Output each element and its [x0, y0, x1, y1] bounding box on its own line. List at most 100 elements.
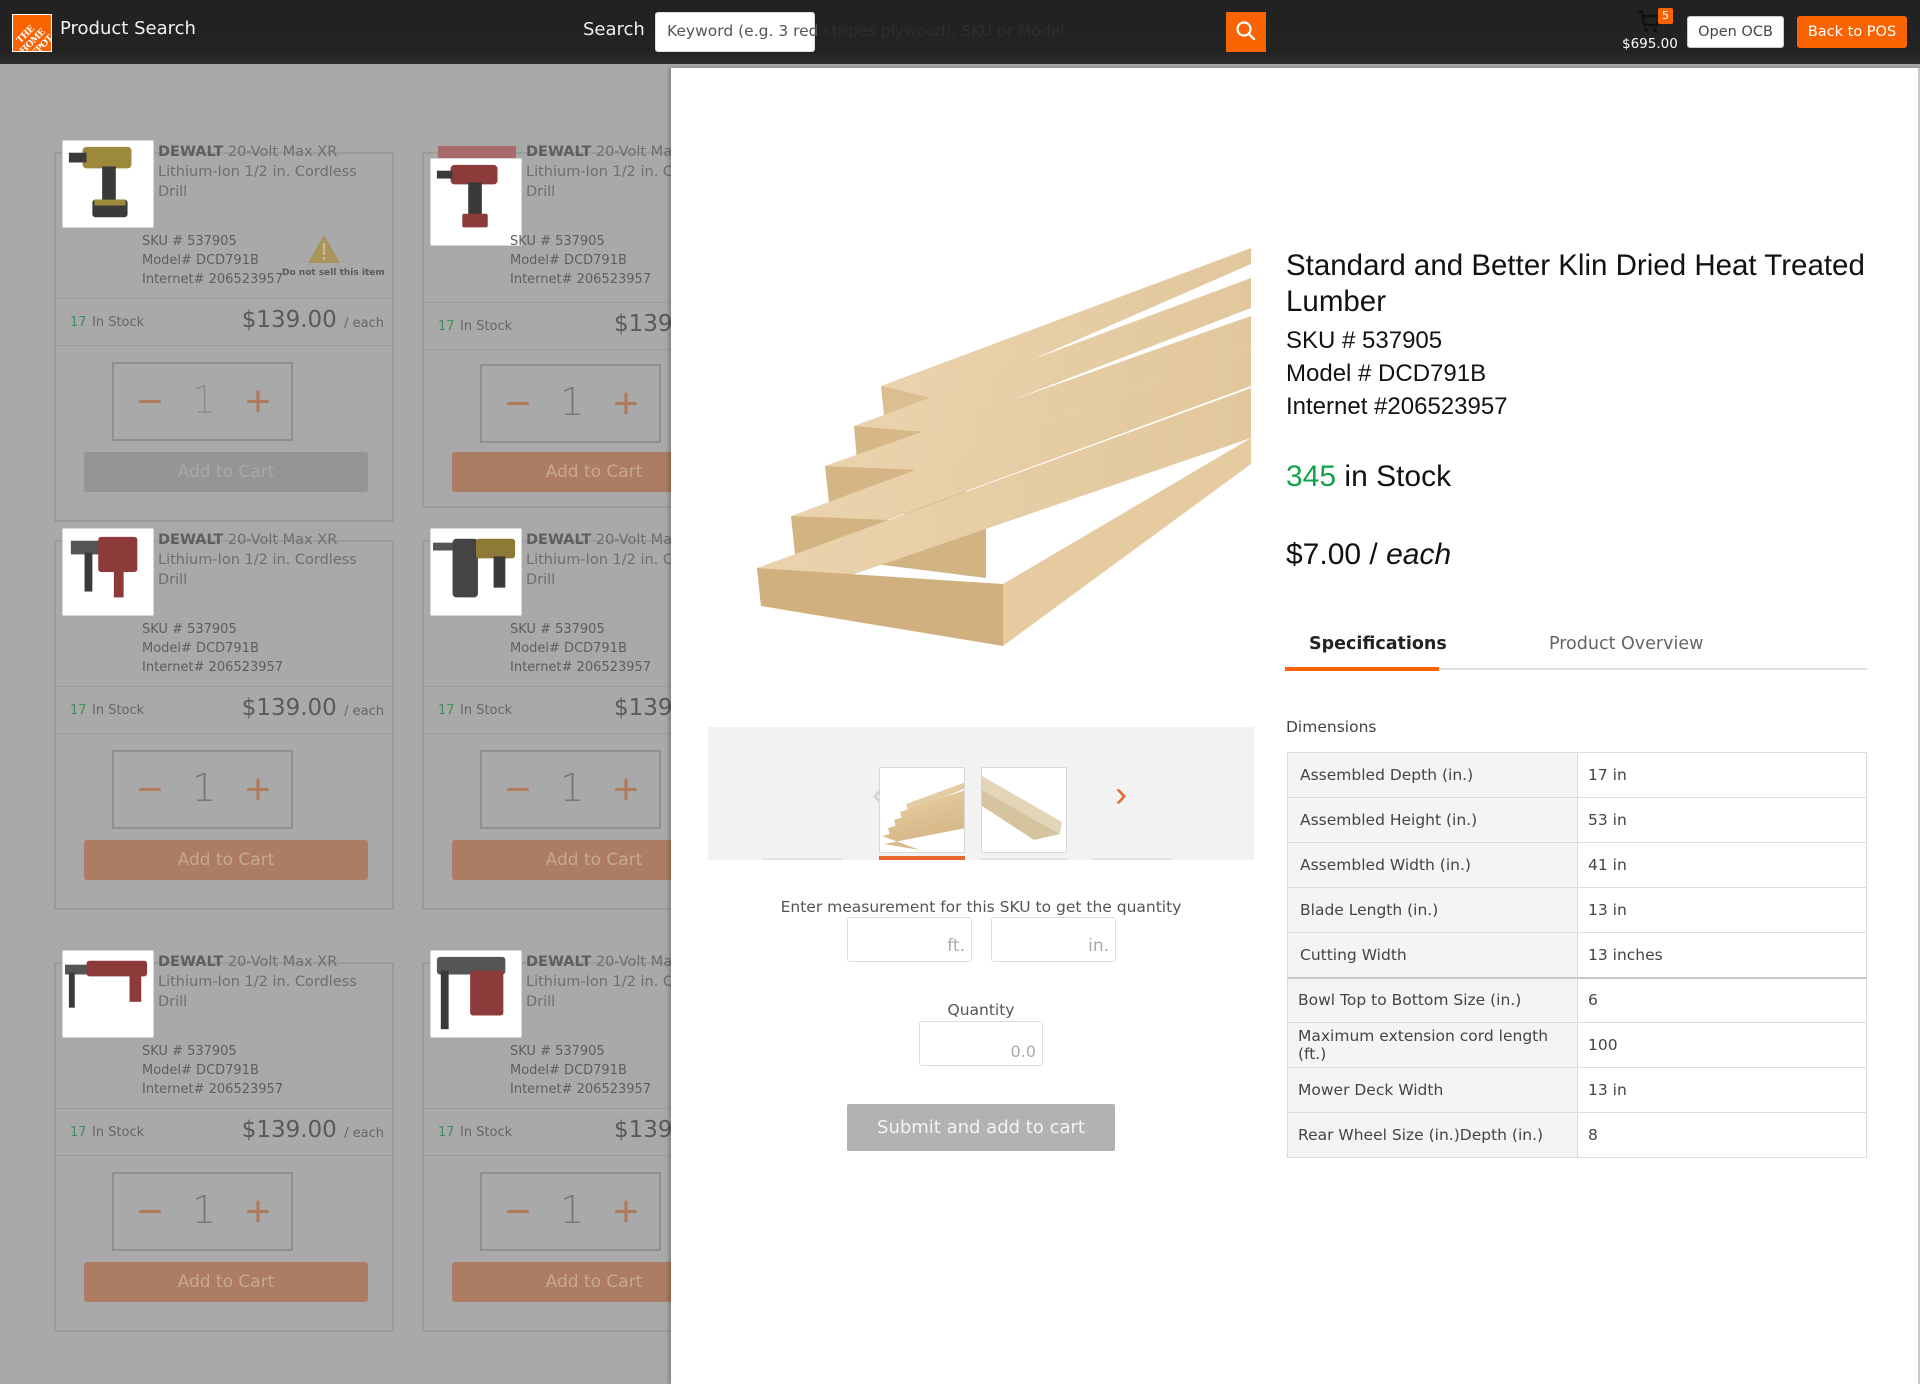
decrease-quantity-button[interactable]: − [498, 382, 538, 426]
thumb-indicator [981, 858, 1067, 860]
cart-button[interactable]: 5 $695.00 [1620, 8, 1680, 56]
product-card[interactable]: DEWALT 20-Volt Max XR Lithium-Ion 1/2 in… [54, 528, 394, 910]
decrease-quantity-button[interactable]: − [130, 1190, 170, 1234]
quantity-value[interactable]: 1 [184, 1188, 224, 1232]
product-name[interactable]: DEWALT 20-Volt Max XR Lithium-Ion 1/2 in… [158, 952, 383, 1012]
spec-row: Bowl Top to Bottom Size (in.) 6 [1287, 976, 1867, 1023]
spec-value: 13 inches [1577, 932, 1867, 978]
quantity-value[interactable]: 1 [552, 1188, 592, 1232]
product-image-red-drill [430, 158, 522, 246]
spec-key: Assembled Height (in.) [1287, 797, 1578, 843]
feet-input[interactable]: ft. [847, 917, 972, 962]
product-ids: SKU # 537905 Model# DCD791B Internet# 2065… [510, 622, 652, 675]
decrease-quantity-button[interactable]: − [498, 768, 538, 812]
price: $139.00 / each [241, 695, 384, 721]
image-thumbnail-strip: ‹ › [708, 727, 1254, 860]
spec-value: 53 in [1577, 797, 1867, 843]
quantity-value[interactable]: 1 [184, 378, 224, 422]
increase-quantity-button[interactable]: + [238, 1190, 278, 1234]
quantity-value[interactable]: 1 [184, 766, 224, 810]
quantity-field[interactable]: 0.0 [919, 1021, 1043, 1066]
spec-row: Assembled Width (in.) 41 in [1287, 842, 1867, 888]
chevron-right-icon[interactable]: › [1101, 769, 1141, 819]
spec-row: Blade Length (in.) 13 in [1287, 887, 1867, 933]
search-placeholder-overflow: stripes plywood), SKU or Model [818, 22, 1065, 40]
spec-key: Bowl Top to Bottom Size (in.) [1287, 976, 1578, 1023]
spec-key: Mower Deck Width [1287, 1067, 1578, 1113]
tab-specifications[interactable]: Specifications [1309, 634, 1447, 654]
add-to-cart-button[interactable]: Add to Cart [84, 840, 368, 880]
product-image-red-rotary-hammer [62, 528, 154, 616]
add-to-cart-button[interactable]: Add to Cart [84, 452, 368, 492]
quantity-stepper[interactable]: − 1 + [112, 362, 293, 441]
quantity-value[interactable]: 1 [552, 380, 592, 424]
quantity-stepper[interactable]: − 1 + [480, 750, 661, 829]
decrease-quantity-button[interactable]: − [130, 380, 170, 424]
add-to-cart-button[interactable]: Add to Cart [84, 1262, 368, 1302]
decrease-quantity-button[interactable]: − [130, 768, 170, 812]
quantity-stepper[interactable]: − 1 + [480, 1172, 661, 1251]
decrease-quantity-button[interactable]: − [498, 1190, 538, 1234]
product-image-red-sds-drill [62, 950, 154, 1038]
product-image-yellow-rotary-hammer [430, 528, 522, 616]
product-title: Standard and Better Klin Dried Heat Trea… [1286, 249, 1865, 318]
product-card[interactable]: DEWALT 20-Volt Max XR Lithium-Ion 1/2 in… [54, 950, 394, 1332]
product-card[interactable]: DEWALT 20-Volt Max XR Lithium-Ion 1/2 in… [54, 140, 394, 522]
quantity-stepper[interactable]: − 1 + [112, 750, 293, 829]
home-depot-logo[interactable]: THE HOME DEPOT [12, 14, 52, 52]
product-ids: SKU # 537905 Model# DCD791B Internet# 2065… [510, 234, 652, 287]
stock-price-row: 17 In Stock $139.00 / each [56, 298, 392, 346]
search-placeholder: Keyword (e.g. 3 red stripes plywood), SK… [667, 22, 1065, 40]
submit-and-add-to-cart-button[interactable]: Submit and add to cart [847, 1104, 1115, 1151]
spec-key: Blade Length (in.) [1287, 887, 1578, 933]
back-to-pos-button[interactable]: Back to POS [1797, 16, 1907, 48]
spec-key: Rear Wheel Size (in.)Depth (in.) [1287, 1112, 1578, 1158]
product-detail-panel: ‹ › Enter measurement for this SKU to ge… [671, 68, 1920, 1384]
stock-count: 17 [438, 1125, 455, 1140]
open-ocb-button[interactable]: Open OCB [1687, 16, 1784, 48]
thumbnail-single-board[interactable] [981, 767, 1067, 853]
spec-value: 100 [1577, 1022, 1867, 1068]
inches-input[interactable]: in. [991, 917, 1116, 962]
app-title: Product Search [60, 18, 196, 39]
stock-status: 345 in Stock [1286, 460, 1452, 493]
increase-quantity-button[interactable]: + [238, 768, 278, 812]
product-identifiers: SKU # 537905 Model # DCD791B Internet #2… [1286, 324, 1508, 423]
quantity-stepper[interactable]: − 1 + [480, 364, 661, 443]
product-name[interactable]: DEWALT 20-Volt Max XR Lithium-Ion 1/2 in… [158, 142, 383, 202]
product-ids: SKU # 537905 Model# DCD791B Internet# 2065… [142, 1044, 284, 1097]
product-name[interactable]: DEWALT 20-Volt Max XR Lithium-Ion 1/2 in… [158, 530, 383, 590]
quantity-value[interactable]: 1 [552, 766, 592, 810]
search-icon [1236, 21, 1256, 41]
increase-quantity-button[interactable]: + [606, 768, 646, 812]
increase-quantity-button[interactable]: + [606, 382, 646, 426]
specifications-table: Assembled Depth (in.) 17 in Assembled Heig… [1287, 752, 1867, 1158]
product-sku: SKU # 537905 [1286, 327, 1443, 354]
stock-count: 345 [1286, 460, 1337, 493]
cart-count-badge: 5 [1658, 8, 1673, 24]
increase-quantity-button[interactable]: + [606, 1190, 646, 1234]
price: $139.00 / each [241, 1117, 384, 1143]
spec-row: Maximum extension cord length (ft.) 100 [1287, 1022, 1867, 1068]
tab-product-overview[interactable]: Product Overview [1549, 634, 1703, 654]
increase-quantity-button[interactable]: + [238, 380, 278, 424]
product-model: Model # DCD791B [1286, 360, 1487, 387]
thumbnail-lumber-stack[interactable] [879, 767, 965, 853]
active-tab-indicator [1285, 667, 1439, 671]
product-ids: SKU # 537905 Model# DCD791B Internet# 2065… [142, 622, 284, 675]
stock-count: 17 [70, 315, 87, 330]
thumb-indicator [762, 858, 842, 860]
do-not-sell-warning: Do not sell this item [282, 234, 385, 278]
stock-price-row: 17 In Stock $139.00 / each [56, 686, 392, 734]
product-price: $7.00 / each [1286, 538, 1452, 571]
stock-label: In Stock [92, 703, 145, 718]
quantity-stepper[interactable]: − 1 + [112, 1172, 293, 1251]
spec-value: 13 in [1577, 887, 1867, 933]
search-button[interactable] [1226, 12, 1266, 52]
price: $139.00 / each [241, 307, 384, 333]
spec-value: 8 [1577, 1112, 1867, 1158]
product-image-red-cordless-hammer [430, 950, 522, 1038]
active-thumbnail-indicator [879, 856, 965, 860]
product-ids: SKU # 537905 Model# DCD791B Internet# 2065… [142, 234, 284, 287]
lumber-stack-thumbnail-image [882, 782, 964, 850]
